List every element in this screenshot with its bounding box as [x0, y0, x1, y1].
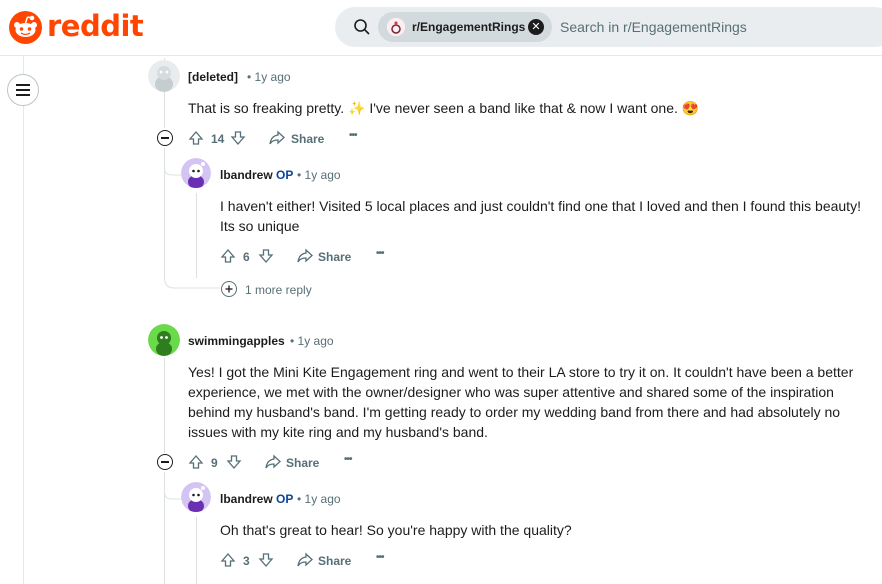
- comment-timestamp: • 1y ago: [290, 334, 334, 348]
- deleted-user-avatar-icon: [148, 60, 180, 92]
- comment-author[interactable]: [deleted]: [188, 70, 238, 84]
- search-input[interactable]: [560, 17, 860, 37]
- more-replies-link[interactable]: 1 more reply: [245, 283, 312, 297]
- top-header: reddit r/EngagementRings ✕: [0, 0, 882, 56]
- user-avatar-icon: [148, 324, 180, 356]
- op-badge: OP: [276, 492, 294, 506]
- downvote-icon[interactable]: [258, 552, 274, 568]
- upvote-icon[interactable]: [188, 454, 204, 470]
- community-chip[interactable]: r/EngagementRings ✕: [378, 12, 552, 42]
- plus-icon: [225, 285, 233, 293]
- share-icon[interactable]: [296, 552, 314, 568]
- avatar[interactable]: [181, 482, 211, 512]
- collapse-thread-button[interactable]: [157, 130, 173, 146]
- comment-author[interactable]: swimmingapples: [188, 334, 285, 348]
- more-options-button[interactable]: •••: [344, 454, 352, 465]
- upvote-icon[interactable]: [188, 130, 204, 146]
- comment-timestamp: • 1y ago: [247, 70, 291, 84]
- more-connector: [164, 270, 220, 289]
- comment-body: Yes! I got the Mini Kite Engagement ring…: [188, 364, 854, 440]
- downvote-icon[interactable]: [226, 454, 242, 470]
- thread-line: [196, 193, 197, 278]
- community-chip-label: r/EngagementRings: [412, 20, 526, 34]
- comment-author[interactable]: lbandrew: [220, 168, 273, 182]
- collapse-thread-button[interactable]: [157, 454, 173, 470]
- share-icon[interactable]: [268, 130, 286, 146]
- upvote-icon[interactable]: [220, 248, 236, 264]
- vote-count: 9: [211, 456, 218, 470]
- more-options-button[interactable]: •••: [376, 552, 384, 563]
- comment-body: I haven't either! Visited 5 local places…: [220, 198, 861, 234]
- more-options-button[interactable]: •••: [376, 248, 384, 259]
- search-bar[interactable]: r/EngagementRings ✕: [335, 7, 882, 47]
- downvote-icon[interactable]: [230, 130, 246, 146]
- op-badge: OP: [276, 168, 294, 182]
- expand-replies-icon[interactable]: [221, 281, 237, 297]
- menu-button[interactable]: [7, 74, 39, 106]
- search-icon: [354, 19, 370, 35]
- downvote-icon[interactable]: [258, 248, 274, 264]
- more-options-button[interactable]: •••: [349, 130, 357, 141]
- avatar[interactable]: [148, 60, 180, 92]
- user-avatar-icon: [181, 158, 211, 188]
- vote-count: 3: [243, 554, 250, 568]
- hamburger-icon: [16, 84, 30, 86]
- reddit-logo-icon[interactable]: [9, 11, 42, 44]
- thread-line: [164, 358, 165, 453]
- thread-line: [196, 517, 197, 584]
- share-button[interactable]: Share: [318, 250, 351, 264]
- comment-body: That is so freaking pretty. ✨ I've never…: [188, 100, 700, 116]
- share-icon[interactable]: [296, 248, 314, 264]
- share-button[interactable]: Share: [286, 456, 319, 470]
- user-avatar-icon: [181, 482, 211, 512]
- comment-timestamp: • 1y ago: [297, 492, 341, 506]
- vote-count: 6: [243, 250, 250, 264]
- community-ring-icon: [387, 18, 405, 36]
- share-button[interactable]: Share: [291, 132, 324, 146]
- avatar[interactable]: [181, 158, 211, 188]
- comment-body: Oh that's great to hear! So you're happy…: [220, 522, 572, 538]
- vote-count: 14: [211, 132, 225, 146]
- comment-timestamp: • 1y ago: [297, 168, 341, 182]
- share-button[interactable]: Share: [318, 554, 351, 568]
- upvote-icon[interactable]: [220, 552, 236, 568]
- comment-author[interactable]: lbandrew: [220, 492, 273, 506]
- share-icon[interactable]: [264, 454, 282, 470]
- reddit-wordmark[interactable]: reddit: [47, 9, 144, 43]
- close-icon[interactable]: ✕: [528, 19, 544, 35]
- avatar[interactable]: [148, 324, 180, 356]
- community-avatar: [387, 18, 405, 36]
- left-rail-divider: [23, 55, 24, 584]
